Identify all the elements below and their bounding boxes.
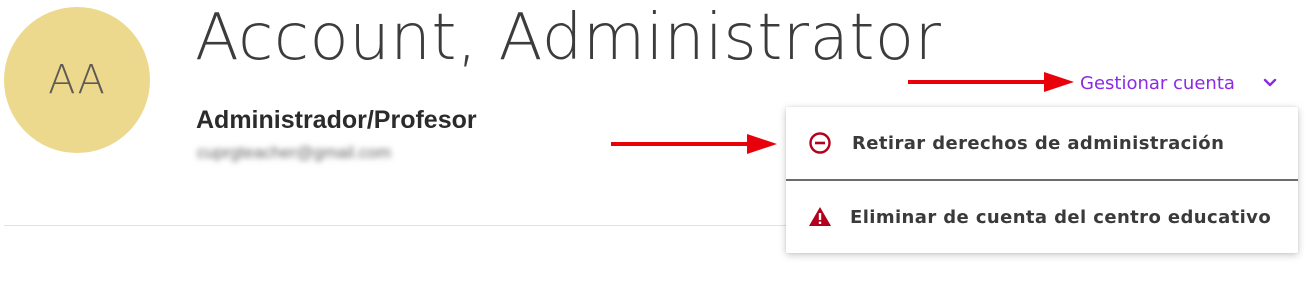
manage-account-label: Gestionar cuenta bbox=[1080, 72, 1235, 94]
annotation-arrow-menu bbox=[611, 134, 777, 154]
avatar: AA bbox=[4, 7, 150, 153]
user-email: cuprgteacher@gmail.com bbox=[197, 143, 391, 162]
page-title: Account, Administrator bbox=[195, 1, 942, 75]
menu-item-label: Eliminar de cuenta del centro educativo bbox=[850, 206, 1272, 228]
divider bbox=[4, 225, 794, 226]
avatar-initials: AA bbox=[48, 57, 106, 103]
chevron-down-icon bbox=[1263, 78, 1277, 88]
manage-account-button[interactable]: Gestionar cuenta bbox=[1080, 68, 1277, 98]
menu-item-remove-admin[interactable]: Retirar derechos de administración bbox=[786, 107, 1298, 179]
menu-item-remove-from-school[interactable]: Eliminar de cuenta del centro educativo bbox=[786, 181, 1298, 253]
user-role: Administrador/Profesor bbox=[196, 106, 477, 134]
menu-item-label: Retirar derechos de administración bbox=[852, 132, 1225, 154]
annotation-arrow-manage bbox=[908, 72, 1074, 92]
manage-account-menu: Retirar derechos de administración Elimi… bbox=[786, 107, 1298, 253]
minus-circle-icon bbox=[808, 131, 832, 155]
warning-triangle-icon bbox=[808, 205, 832, 229]
